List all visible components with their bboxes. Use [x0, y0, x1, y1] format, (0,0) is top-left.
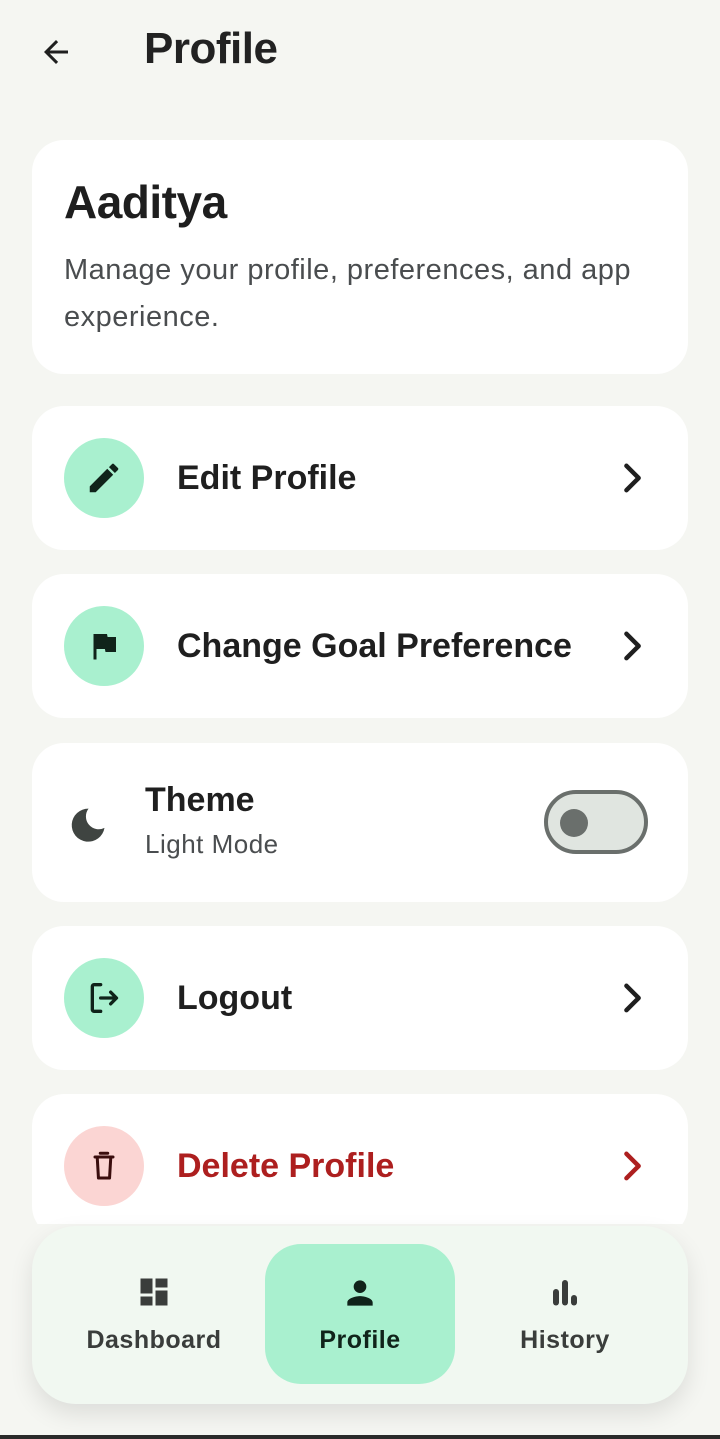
chevron-right-icon: [622, 626, 644, 666]
delete-profile-badge: [64, 1126, 144, 1206]
change-goal-label: Change Goal Preference: [177, 626, 572, 665]
nav-profile[interactable]: Profile: [265, 1244, 455, 1384]
theme-toggle[interactable]: [544, 790, 648, 854]
theme-title: Theme: [145, 781, 255, 819]
edit-profile-badge: [64, 438, 144, 518]
person-icon: [347, 1280, 373, 1306]
bottom-navigation: Dashboard Profile History: [32, 1226, 688, 1404]
logout-label: Logout: [177, 978, 293, 1017]
logout-icon: [90, 983, 119, 1013]
pencil-icon: [89, 463, 119, 493]
toggle-knob: [560, 809, 588, 837]
bar-chart-icon: [553, 1280, 577, 1306]
dashboard-icon: [140, 1278, 168, 1306]
moon-icon: [71, 808, 105, 842]
trash-icon: [93, 1151, 115, 1180]
profile-name: Aaditya: [64, 176, 227, 228]
nav-history[interactable]: History: [470, 1244, 660, 1384]
delete-profile-label: Delete Profile: [177, 1146, 395, 1185]
page-title: Profile: [144, 24, 278, 73]
top-app-bar: Profile: [0, 0, 720, 104]
chevron-right-icon: [622, 458, 644, 498]
logout-badge: [64, 958, 144, 1038]
nav-dashboard-label: Dashboard: [86, 1326, 222, 1354]
delete-profile-container: Delete Profile: [32, 1094, 688, 1224]
nav-profile-label: Profile: [319, 1326, 401, 1354]
change-goal-row[interactable]: Change Goal Preference: [32, 574, 688, 718]
delete-profile-row[interactable]: Delete Profile: [32, 1094, 688, 1224]
logout-row[interactable]: Logout: [32, 926, 688, 1070]
chevron-right-icon: [622, 978, 644, 1018]
theme-mode-label: Light Mode: [145, 829, 279, 859]
back-button[interactable]: [34, 30, 78, 74]
edit-profile-label: Edit Profile: [177, 458, 357, 497]
profile-description: Manage your profile, preferences, and ap…: [64, 253, 632, 333]
nav-dashboard[interactable]: Dashboard: [59, 1244, 249, 1384]
system-bottom-edge: [0, 1435, 720, 1439]
flag-icon: [93, 634, 116, 660]
chevron-right-icon: [622, 1146, 644, 1186]
theme-row: Theme Light Mode: [32, 743, 688, 902]
edit-profile-row[interactable]: Edit Profile: [32, 406, 688, 550]
nav-history-label: History: [520, 1326, 610, 1354]
change-goal-badge: [64, 606, 144, 686]
profile-summary-card: Aaditya Manage your profile, preferences…: [32, 140, 688, 374]
arrow-left-icon: [44, 40, 68, 64]
